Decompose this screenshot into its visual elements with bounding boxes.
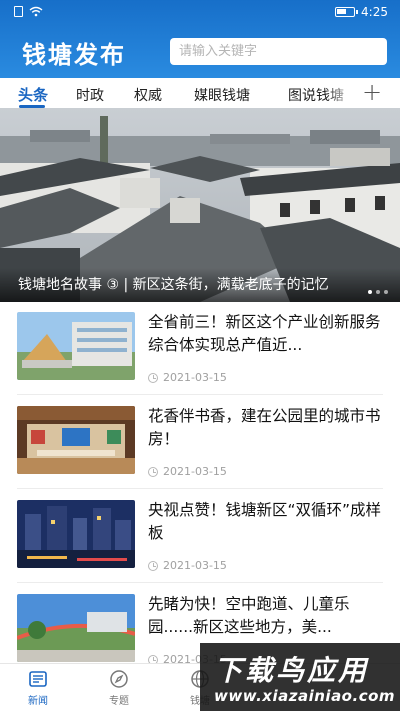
search-input[interactable] [170, 38, 387, 65]
tab-politics[interactable]: 时政 [76, 85, 104, 105]
news-thumbnail [17, 500, 135, 568]
news-title: 全省前三！新区这个产业创新服务综合体实现总产值近... [148, 313, 381, 354]
news-date: 2021-03-15 [163, 465, 227, 478]
wifi-icon [29, 6, 43, 17]
carousel-dots [368, 290, 388, 294]
nav-news-label: 新闻 [28, 696, 48, 707]
compass-icon [110, 670, 128, 688]
status-time: 4:25 [361, 5, 388, 19]
divider [17, 394, 383, 395]
channel-tabs: 头条 时政 权威 媒眼钱塘 图说钱塘 + [0, 78, 400, 108]
clock-icon [148, 466, 158, 477]
park-photo [17, 594, 135, 662]
app-title: 钱塘发布 [22, 41, 126, 69]
watermark: 下载鸟应用 www.xiazainiao.com [200, 643, 400, 711]
news-thumbnail [17, 312, 135, 380]
tab-media-qiantang[interactable]: 媒眼钱塘 [194, 85, 250, 105]
nav-topics[interactable]: 专题 [89, 668, 149, 707]
header-bar: 4:25 钱塘发布 [0, 0, 400, 78]
news-item[interactable]: 央视点赞！钱塘新区“双循环”成样板 2021-03-15 [0, 490, 400, 582]
news-thumbnail [17, 406, 135, 474]
tab-fade [326, 78, 356, 108]
news-item[interactable]: 花香伴书香，建在公园里的城市书房！ 2021-03-15 [0, 396, 400, 488]
news-item[interactable]: 全省前三！新区这个产业创新服务综合体实现总产值近... 2021-03-15 [0, 302, 400, 394]
clock-icon [148, 560, 158, 571]
news-meta: 2021-03-15 [148, 371, 227, 384]
news-meta: 2021-03-15 [148, 559, 227, 572]
news-icon [29, 671, 47, 687]
news-title: 央视点赞！钱塘新区“双循环”成样板 [148, 501, 382, 542]
news-meta: 2021-03-15 [148, 465, 227, 478]
hero-caption: 钱塘地名故事 ③ | 新区这条街，满载老底子的记忆 [18, 277, 329, 293]
news-date: 2021-03-15 [163, 371, 227, 384]
add-channel-icon[interactable]: + [360, 80, 384, 104]
sim-card-icon [14, 6, 23, 17]
tab-headline[interactable]: 头条 [18, 84, 48, 105]
night-city-photo [17, 500, 135, 568]
library-photo [17, 406, 135, 474]
nav-news[interactable]: 新闻 [8, 668, 68, 707]
status-bar: 4:25 [0, 0, 400, 26]
clock-icon [148, 372, 158, 383]
building-photo [17, 312, 135, 380]
tab-authority[interactable]: 权威 [134, 85, 162, 105]
hero-banner[interactable]: 钱塘地名故事 ③ | 新区这条街，满载老底子的记忆 [0, 108, 400, 302]
battery-icon [335, 7, 359, 17]
divider [17, 488, 383, 489]
watermark-url: www.xiazainiao.com [214, 687, 396, 705]
divider [17, 582, 383, 583]
news-date: 2021-03-15 [163, 559, 227, 572]
carousel-dot [368, 290, 372, 294]
watermark-title: 下载鸟应用 [214, 654, 370, 687]
app-screen: 4:25 钱塘发布 头条 时政 权威 媒眼钱塘 图说钱塘 + [0, 0, 400, 711]
carousel-dot [376, 290, 380, 294]
news-thumbnail [17, 594, 135, 662]
carousel-dot [384, 290, 388, 294]
news-title: 花香伴书香，建在公园里的城市书房！ [148, 407, 381, 448]
news-title: 先睹为快！空中跑道、儿童乐园......新区这些地方，美... [148, 595, 350, 636]
nav-topics-label: 专题 [109, 696, 129, 707]
